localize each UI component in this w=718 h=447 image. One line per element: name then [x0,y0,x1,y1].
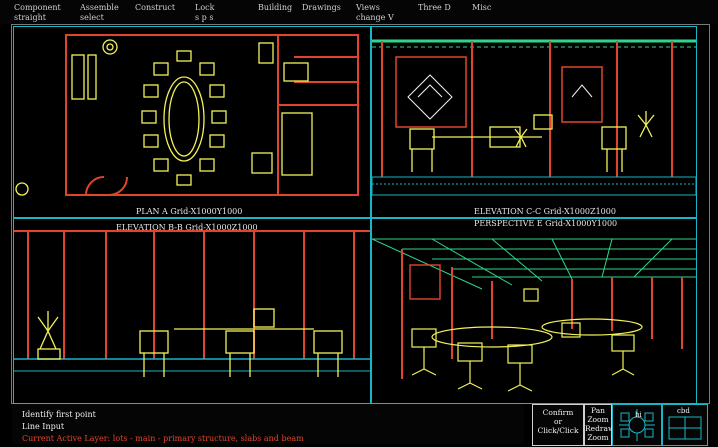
cbd-widget[interactable]: cbd [662,404,708,446]
command-area: Identify first point Line Input Current … [12,404,524,444]
viewport-elevation-c[interactable]: ELEVATION C-C Grid-X1000Z1000 [371,26,697,218]
navigator-widget[interactable]: hi [612,404,662,446]
mode-straight[interactable]: straight [14,13,46,22]
command-mode: Line Input [22,422,65,431]
menu-misc[interactable]: Misc [472,3,491,12]
confirm-button[interactable]: Confirm or Click/Click [532,404,584,446]
pan-zoom-button[interactable]: Pan Zoom Redraw Zoom [584,404,615,446]
zoom-label: Zoom [587,415,609,424]
viewport-perspective-label: PERSPECTIVE E Grid-X1000Y1000 [474,219,618,228]
viewport-elevation-c-label: ELEVATION C-C Grid-X1000Z1000 [474,207,616,216]
menu-construct[interactable]: Construct [135,3,175,12]
viewport-plan-label: PLAN A Grid-X1000Y1000 [136,207,243,216]
hi-label: hi [635,411,642,419]
menu-views[interactable]: Views [356,3,380,12]
perspective-drawing [372,238,696,392]
confirm-label: Confirm [542,408,574,417]
active-layer-status: Current Active Layer: lots - main - prim… [22,434,304,443]
elevation-b-drawing [14,230,370,377]
viewport-elevation-b-label: ELEVATION B-B Grid-X1000Z1000 [116,223,258,232]
command-prompt: Identify first point [22,410,96,419]
zoom2-label: Zoom [587,433,609,442]
mode-change-v[interactable]: change V [356,13,394,22]
elevation-c-drawing [372,39,696,196]
menu-three-d[interactable]: Three D [418,3,451,12]
viewport-plan[interactable]: PLAN A Grid-X1000Y1000 [13,26,371,218]
viewport-perspective[interactable]: PERSPECTIVE E Grid-X1000Y1000 [371,218,697,404]
redraw-label: Redraw [585,424,615,433]
menu-building[interactable]: Building [258,3,292,12]
plan-drawing [15,34,359,196]
menu-lock[interactable]: Lock [195,3,214,12]
cbd-label: cbd [677,407,690,415]
menu-drawings[interactable]: Drawings [302,3,341,12]
mode-select[interactable]: select [80,13,104,22]
click-click-label: Click/Click [537,426,579,435]
viewport-elevation-b[interactable]: ELEVATION B-B Grid-X1000Z1000 [13,218,371,404]
menu-component[interactable]: Component [14,3,61,12]
mode-sps[interactable]: s p s [195,13,213,22]
menu-assemble[interactable]: Assemble [80,3,119,12]
pan-label: Pan [590,406,605,415]
menu-bar: Component Assemble Construct Lock Buildi… [0,0,718,24]
confirm-or-label: or [553,417,563,426]
